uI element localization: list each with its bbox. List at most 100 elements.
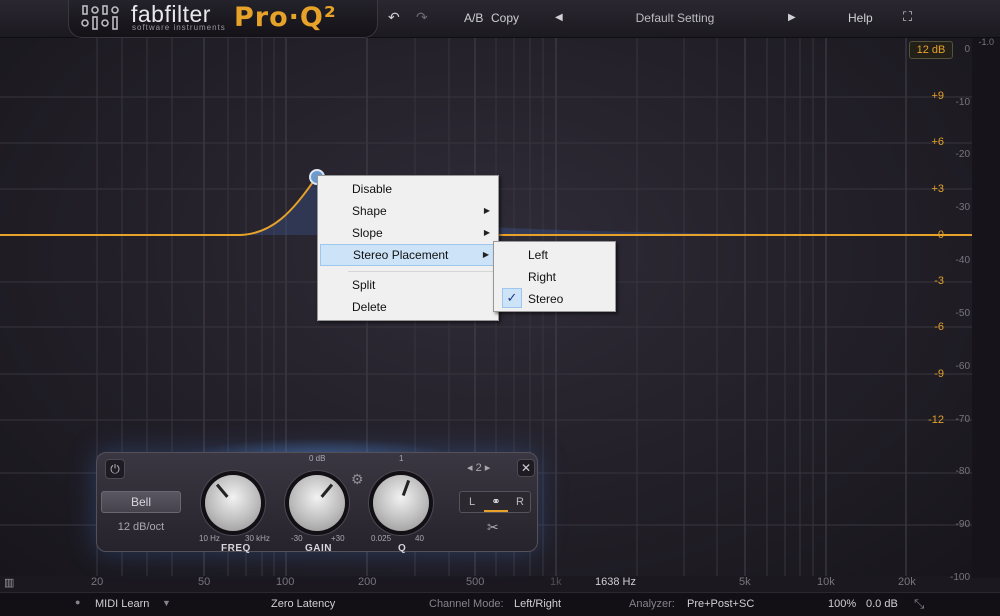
analyzer-scale [972, 38, 1000, 578]
checkmark-icon: ✓ [502, 288, 522, 308]
freq-max-label: 30 kHz [245, 534, 270, 543]
top-bar: fabfilter software instruments Pro·Q² ↶ … [0, 0, 1000, 38]
freq-readout: 1638 Hz [595, 576, 636, 588]
gain-top-label: 0 dB [309, 454, 326, 463]
submenu-arrow-icon: ▶ [483, 206, 490, 215]
menu-item-split[interactable]: Split [320, 274, 496, 296]
midi-dropdown-icon[interactable]: ▼ [162, 598, 171, 608]
q-max-label: 40 [415, 534, 424, 543]
gain-max-label: +30 [331, 534, 345, 543]
midi-indicator-icon: ● [75, 597, 81, 607]
redo-icon[interactable]: ↷ [416, 9, 428, 26]
preset-next-icon[interactable]: ▶ [788, 12, 796, 23]
context-menu: Disable Shape ▶ Slope ▶ Stereo Placement… [317, 175, 499, 321]
q-min-label: 0.025 [371, 534, 392, 543]
shape-button[interactable]: Bell [101, 491, 181, 513]
freq-knob[interactable] [205, 475, 261, 531]
analyzer-button[interactable]: Pre+Post+SC [687, 598, 754, 610]
zoom-button[interactable]: 100% [828, 598, 856, 610]
output-gain-control[interactable]: 0.0 dB [866, 598, 898, 610]
submenu-item-stereo[interactable]: ✓ Stereo [496, 288, 613, 310]
freq-knob-label: FREQ [221, 543, 251, 554]
band-panel: ⏻ Bell 12 dB/oct 10 Hz 30 kHz FREQ 0 dB … [96, 452, 538, 554]
menu-item-label: Slope [352, 226, 383, 240]
help-button[interactable]: Help [848, 11, 873, 25]
band-next-icon[interactable]: ▸ [485, 462, 491, 474]
freq-label: 20 [91, 576, 104, 588]
freq-label: 1k [550, 576, 562, 588]
close-icon[interactable]: ✕ [517, 459, 535, 477]
analyzer-label: -100 [949, 572, 970, 583]
freq-label: 500 [466, 576, 485, 588]
band-selector[interactable]: ◂ 2 ▸ [467, 461, 490, 474]
menu-item-shape[interactable]: Shape ▶ [320, 200, 496, 222]
db-label: -9 [934, 368, 944, 380]
db-label: -6 [934, 321, 944, 333]
piano-icon[interactable]: ▥ [4, 576, 14, 589]
analyzer-label: -10 [955, 97, 970, 108]
freq-label: 20k [898, 576, 916, 588]
db-label: +6 [931, 136, 944, 148]
submenu-item-left[interactable]: Left [496, 244, 613, 266]
freq-label: 200 [358, 576, 377, 588]
submenu-arrow-icon: ▶ [482, 250, 489, 259]
product-name: Pro·Q² [234, 2, 337, 33]
analyzer-label: -60 [955, 361, 970, 372]
band-power-button[interactable]: ⏻ [105, 459, 125, 479]
fabfilter-logo-icon [81, 5, 119, 30]
gain-knob-label: GAIN [305, 543, 332, 554]
menu-separator [348, 271, 496, 272]
ab-button[interactable]: A/B [464, 11, 483, 25]
gear-icon[interactable]: ⚙ [351, 471, 364, 488]
preset-prev-icon[interactable]: ◀ [555, 12, 563, 23]
copy-button[interactable]: Copy [491, 11, 519, 25]
freq-min-label: 10 Hz [199, 534, 220, 543]
analyzer-label: -90 [955, 519, 970, 530]
freq-label: 5k [739, 576, 751, 588]
menu-item-stereo-placement[interactable]: Stereo Placement ▶ [320, 244, 496, 266]
freq-label: 10k [817, 576, 835, 588]
logo-area: fabfilter software instruments Pro·Q² [68, 0, 378, 38]
q-top-label: 1 [399, 454, 404, 463]
q-knob[interactable] [373, 475, 429, 531]
menu-item-label: Shape [352, 204, 387, 218]
db-label: -3 [934, 275, 944, 287]
menu-item-slope[interactable]: Slope ▶ [320, 222, 496, 244]
band-number: 2 [475, 462, 482, 474]
fullscreen-icon[interactable]: ⛶ [903, 9, 912, 25]
submenu-item-right[interactable]: Right [496, 266, 613, 288]
analyzer-label: -70 [955, 414, 970, 425]
freq-label: 50 [198, 576, 211, 588]
menu-item-label: Stereo Placement [353, 248, 449, 262]
right-channel-button[interactable]: R [508, 492, 532, 512]
analyzer-label: -20 [955, 149, 970, 160]
left-channel-button[interactable]: L [460, 492, 484, 512]
undo-icon[interactable]: ↶ [388, 9, 400, 26]
bottom-bar: ● MIDI Learn ▼ Zero Latency Channel Mode… [0, 592, 1000, 616]
channel-mode-label: Channel Mode: [429, 598, 504, 610]
channel-mode-button[interactable]: Left/Right [514, 598, 561, 610]
menu-item-delete[interactable]: Delete [320, 296, 496, 318]
stereo-link-icon[interactable]: ⚭ [484, 492, 508, 512]
gain-min-label: -30 [291, 534, 303, 543]
menu-item-disable[interactable]: Disable [320, 178, 496, 200]
q-knob-label: Q [398, 543, 407, 554]
band-prev-icon[interactable]: ◂ [467, 462, 473, 474]
analyzer-label: -80 [955, 466, 970, 477]
brand-subtitle: software instruments [132, 23, 226, 32]
latency-button[interactable]: Zero Latency [271, 598, 335, 610]
db-label: -12 [928, 414, 944, 426]
menu-item-label: Stereo [528, 292, 564, 306]
gain-knob[interactable] [289, 475, 345, 531]
analyzer-label: -50 [955, 308, 970, 319]
resize-icon[interactable]: ⤡ [914, 596, 924, 612]
preset-name[interactable]: Default Setting [580, 11, 770, 25]
midi-learn-button[interactable]: MIDI Learn [95, 598, 149, 610]
eq-curve [0, 175, 318, 236]
db-label: 0 [937, 229, 944, 241]
scissors-icon[interactable]: ✂ [487, 519, 499, 536]
slope-selector[interactable]: 12 dB/oct [101, 521, 181, 533]
freq-label: 100 [276, 576, 295, 588]
submenu-arrow-icon: ▶ [483, 228, 490, 237]
analyzer-label: -30 [955, 202, 970, 213]
